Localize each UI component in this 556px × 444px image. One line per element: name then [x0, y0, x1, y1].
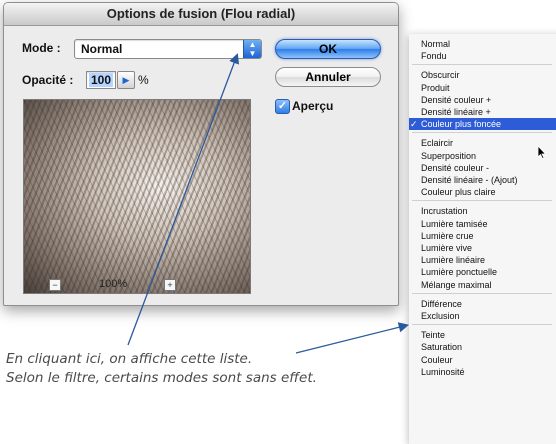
select-arrows-icon: ▲ ▼	[243, 40, 261, 58]
blend-mode-label: Produit	[421, 82, 450, 93]
preview-image	[23, 99, 251, 294]
ok-button[interactable]: OK	[275, 39, 381, 59]
blend-mode-item[interactable]: Teinte	[409, 329, 556, 341]
zoom-out-button[interactable]: −	[49, 279, 61, 291]
mouse-pointer-icon	[537, 145, 547, 159]
preview-label: Aperçu	[292, 99, 334, 113]
menu-separator	[412, 200, 552, 202]
blend-mode-item[interactable]: Mélange maximal	[409, 279, 556, 291]
leader-to-menu	[295, 322, 410, 354]
blend-mode-label: Différence	[421, 298, 462, 309]
opacity-input[interactable]: 100	[86, 71, 116, 89]
blend-mode-label: Saturation	[421, 342, 463, 353]
blend-mode-item[interactable]: Lumière ponctuelle	[409, 266, 556, 278]
blend-mode-label: Couleur plus foncée	[421, 119, 502, 130]
caption-line-2: Selon le filtre, certains modes sont san…	[6, 370, 317, 386]
triangle-right-icon: ▶	[122, 75, 130, 85]
blend-mode-label: Exclusion	[421, 311, 460, 321]
blend-mode-label: Densité couleur -	[421, 162, 490, 173]
blend-mode-item[interactable]: Couleur	[409, 354, 556, 366]
blend-mode-label: Densité couleur +	[421, 94, 492, 105]
blend-mode-item-selected[interactable]: Couleur plus foncée ✓	[409, 118, 556, 131]
dialog-title: Options de fusion (Flou radial)	[4, 3, 398, 26]
blend-mode-label: Lumière crue	[421, 230, 474, 241]
menu-separator	[412, 292, 552, 294]
blend-mode-item[interactable]: Eclaircir	[409, 137, 556, 149]
blend-mode-item[interactable]: Produit	[409, 82, 556, 94]
blend-mode-item[interactable]: Différence	[409, 298, 556, 310]
blend-mode-label: Incrustation	[421, 206, 468, 217]
blend-mode-item[interactable]: Lumière crue	[409, 230, 556, 242]
blend-mode-label: Densité linéaire - (Ajout)	[421, 175, 518, 185]
checkmark-icon: ✓	[277, 100, 288, 112]
blend-mode-label: Lumière vive	[421, 243, 473, 253]
blend-mode-label: Couleur	[421, 354, 453, 365]
blend-mode-label: Mélange maximal	[421, 279, 492, 290]
mode-select[interactable]: Normal ▲ ▼	[74, 39, 262, 59]
menu-separator	[412, 324, 552, 326]
preview-checkbox[interactable]: ✓	[275, 99, 290, 114]
opacity-value: 100	[89, 73, 114, 87]
cancel-button[interactable]: Annuler	[275, 67, 381, 87]
blend-options-dialog: Options de fusion (Flou radial) Mode : N…	[3, 2, 399, 306]
blend-mode-item[interactable]: Incrustation	[409, 205, 556, 217]
blend-mode-label: Fondu	[421, 51, 447, 62]
blend-mode-label: Lumière ponctuelle	[421, 267, 498, 278]
menu-separator	[412, 132, 552, 134]
blend-mode-item[interactable]: Lumière tamisée	[409, 218, 556, 230]
blend-mode-item[interactable]: Lumière linéaire	[409, 254, 556, 266]
zoom-in-button[interactable]: +	[164, 279, 176, 291]
blend-mode-label: Obscurcir	[421, 70, 460, 81]
blend-mode-item[interactable]: Obscurcir	[409, 69, 556, 81]
blend-mode-label: Densité linéaire +	[421, 107, 491, 117]
blend-mode-menu: Normal Fondu Obscurcir Produit Densité coule…	[409, 34, 556, 444]
opacity-slider-button[interactable]: ▶	[117, 71, 135, 89]
blend-mode-item[interactable]: Densité couleur +	[409, 94, 556, 106]
minus-icon: −	[52, 280, 58, 290]
blend-mode-item[interactable]: Luminosité	[409, 366, 556, 378]
blend-mode-item[interactable]: Normal	[409, 38, 556, 50]
checkmark-icon: ✓	[410, 119, 418, 130]
blend-mode-item[interactable]: Saturation	[409, 341, 556, 353]
blend-mode-item[interactable]: Exclusion	[409, 310, 556, 322]
blend-mode-label: Lumière linéaire	[421, 255, 486, 266]
plus-icon: +	[167, 280, 173, 290]
blend-mode-label: Superposition	[421, 150, 477, 161]
opacity-label: Opacité :	[22, 73, 74, 87]
blend-mode-item[interactable]: Superposition	[409, 150, 556, 162]
zoom-level: 100%	[99, 278, 128, 290]
blend-mode-item[interactable]: Densité linéaire - (Ajout)	[409, 174, 556, 186]
opacity-unit: %	[138, 73, 149, 87]
blend-mode-label: Eclaircir	[421, 138, 454, 149]
mode-select-value: Normal	[81, 42, 123, 56]
blend-mode-label: Couleur plus claire	[421, 187, 496, 198]
mode-label: Mode :	[22, 41, 61, 55]
blend-mode-label: Lumière tamisée	[421, 218, 488, 229]
menu-separator	[412, 64, 552, 66]
blend-mode-label: Normal	[421, 39, 451, 49]
blend-mode-item[interactable]: Couleur plus claire	[409, 186, 556, 198]
blend-mode-label: Luminosité	[421, 366, 465, 377]
blend-mode-item[interactable]: Densité couleur -	[409, 162, 556, 174]
blend-mode-item[interactable]: Densité linéaire +	[409, 106, 556, 118]
blend-mode-item[interactable]: Fondu	[409, 50, 556, 62]
blend-mode-label: Teinte	[421, 330, 446, 341]
caption-line-1: En cliquant ici, on affiche cette liste.	[6, 351, 253, 367]
blend-mode-item[interactable]: Lumière vive	[409, 242, 556, 254]
